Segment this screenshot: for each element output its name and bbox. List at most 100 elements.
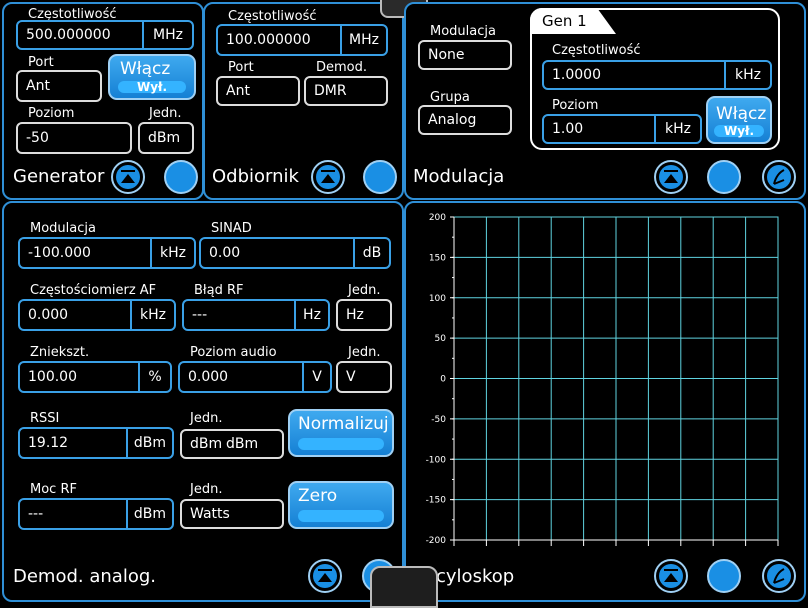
collapse-icon <box>659 165 683 189</box>
demod-sinad-field[interactable]: 0.00 dB <box>199 237 391 269</box>
generator-freq-value: 500.000000 <box>26 27 111 43</box>
gen1-on-title: Włącz <box>716 104 767 124</box>
demod-unit4-field[interactable]: Watts <box>180 499 284 529</box>
normalize-button[interactable]: Normalizuj <box>288 409 394 457</box>
scope-ytick-label: -50 <box>431 415 446 425</box>
gen1-level-unit: kHz <box>654 116 700 142</box>
gen1-on-state: Wył. <box>723 124 755 138</box>
demod-dist-value: 100.00 <box>28 369 77 385</box>
demod-rfpow-field[interactable]: --- dBm <box>18 498 174 530</box>
demod-rssi-value: 19.12 <box>28 435 69 451</box>
demod-audio-field[interactable]: 0.000 V <box>178 361 332 393</box>
gen1-freq-label: Częstotliwość <box>552 43 641 58</box>
scope-collapse-button[interactable] <box>654 559 688 593</box>
gen1-level-field[interactable]: 1.00 kHz <box>542 114 702 144</box>
generator-unit-field[interactable]: dBm <box>138 122 194 154</box>
zero-button[interactable]: Zero <box>288 481 394 529</box>
generator-on-button[interactable]: Włącz Wył. <box>108 54 196 100</box>
demod-unit1-label: Jedn. <box>348 283 381 298</box>
generator-on-title: Włącz <box>120 59 171 79</box>
demod-unit1-field[interactable]: Hz <box>336 299 392 331</box>
demod-rferr-value: --- <box>192 307 208 323</box>
gen1-freq-field[interactable]: 1.0000 kHz <box>542 60 772 90</box>
generator-collapse-button[interactable] <box>111 160 145 194</box>
demod-rssi-unit: dBm <box>126 429 172 457</box>
modulation-group-label: Grupa <box>430 90 470 105</box>
gen1-level-label: Poziom <box>552 98 599 113</box>
demod-rssi-field[interactable]: 19.12 dBm <box>18 427 174 459</box>
modulation-collapse-button[interactable] <box>654 160 688 194</box>
scope-ytick-label: -150 <box>426 496 447 506</box>
receiver-freq-label: Częstotliwość <box>228 9 317 24</box>
collapse-icon <box>316 165 340 189</box>
normalize-button-label: Normalizuj <box>298 414 389 434</box>
demod-rfpow-value: --- <box>28 506 44 522</box>
generator-level-field[interactable]: -50 <box>16 122 132 154</box>
generator-freq-field[interactable]: 500.000000 MHz <box>16 20 194 50</box>
scope-chart[interactable]: 200 150 100 50 0 -50 -100 -150 -200 <box>406 203 804 553</box>
demod-af-field[interactable]: 0.000 kHz <box>18 299 176 331</box>
demod-rfpow-label: Moc RF <box>30 482 77 497</box>
modulation-mod-field[interactable]: None <box>418 40 512 70</box>
receiver-panel: Częstotliwość 100.000000 MHz Port Ant De… <box>203 2 404 200</box>
demod-mod-value: -100.000 <box>28 245 91 261</box>
demod-unit2-field[interactable]: V <box>336 361 392 393</box>
demod-mod-label: Modulacja <box>30 221 96 236</box>
generator-port-field[interactable]: Ant <box>16 70 102 102</box>
collapse-icon <box>313 564 337 588</box>
demod-unit1-value: Hz <box>346 307 364 323</box>
gen1-tab-label: Gen 1 <box>542 12 587 30</box>
demod-unit4-label: Jedn. <box>190 482 223 497</box>
scope-ytick-label: 0 <box>440 375 446 385</box>
receiver-port-value: Ant <box>226 83 250 99</box>
receiver-action-button[interactable] <box>363 160 397 194</box>
generator-action-button[interactable] <box>164 160 198 194</box>
demod-title: Demod. analog. <box>13 566 156 587</box>
demod-mod-field[interactable]: -100.000 kHz <box>18 237 196 269</box>
generator-port-label: Port <box>28 55 54 70</box>
demod-collapse-button[interactable] <box>308 559 342 593</box>
receiver-demod-field[interactable]: DMR <box>304 76 388 106</box>
scope-ytick-label: 100 <box>429 294 446 304</box>
demod-dist-unit: % <box>138 363 170 391</box>
modulation-mod-value: None <box>428 47 465 63</box>
receiver-port-field[interactable]: Ant <box>216 76 300 106</box>
demod-mod-unit: kHz <box>150 239 194 267</box>
receiver-demod-value: DMR <box>314 83 347 99</box>
generator-panel: Częstotliwość 500.000000 MHz Port Ant Wł… <box>2 2 204 200</box>
receiver-freq-field[interactable]: 100.000000 MHz <box>216 24 388 56</box>
receiver-freq-unit: MHz <box>340 26 386 54</box>
generator-unit-label: Jedn. <box>149 106 182 121</box>
scope-ytick-label: -200 <box>426 536 447 546</box>
demod-rferr-field[interactable]: --- Hz <box>182 299 330 331</box>
modulation-sweep-button[interactable] <box>762 160 796 194</box>
scope-action-button[interactable] <box>707 559 741 593</box>
demod-af-value: 0.000 <box>28 307 69 323</box>
bottom-pull-tab[interactable] <box>370 566 438 608</box>
receiver-title: Odbiornik <box>212 166 299 187</box>
modulation-action-button[interactable] <box>707 160 741 194</box>
demod-dist-field[interactable]: 100.00 % <box>18 361 172 393</box>
receiver-collapse-button[interactable] <box>311 160 345 194</box>
sweep-icon <box>767 165 791 189</box>
demod-audio-label: Poziom audio <box>190 345 277 360</box>
scope-sweep-button[interactable] <box>762 559 796 593</box>
generator-port-value: Ant <box>26 78 50 94</box>
demod-unit4-value: Watts <box>190 506 230 522</box>
scope-ytick-label: 200 <box>429 213 446 223</box>
gen1-tab[interactable]: Gen 1 <box>530 8 616 34</box>
modulation-group-field[interactable]: Analog <box>418 105 512 135</box>
generator-level-label: Poziom <box>28 106 75 121</box>
sweep-icon <box>767 564 791 588</box>
receiver-demod-label: Demod. <box>316 60 368 75</box>
generator-level-value: -50 <box>26 130 49 146</box>
demod-unit2-label: Jedn. <box>348 345 381 360</box>
gen1-on-button[interactable]: Włącz Wył. <box>706 96 772 144</box>
demod-af-label: Częstościomierz AF <box>30 283 157 298</box>
demod-sinad-value: 0.00 <box>209 245 241 261</box>
demod-unit3-overlap: dBm <box>226 436 259 452</box>
generator-unit-value: dBm <box>148 130 181 146</box>
modulation-group-value: Analog <box>428 112 477 128</box>
demod-unit3-field[interactable]: dBm dBm <box>180 429 284 459</box>
demod-rferr-unit: Hz <box>294 301 328 329</box>
